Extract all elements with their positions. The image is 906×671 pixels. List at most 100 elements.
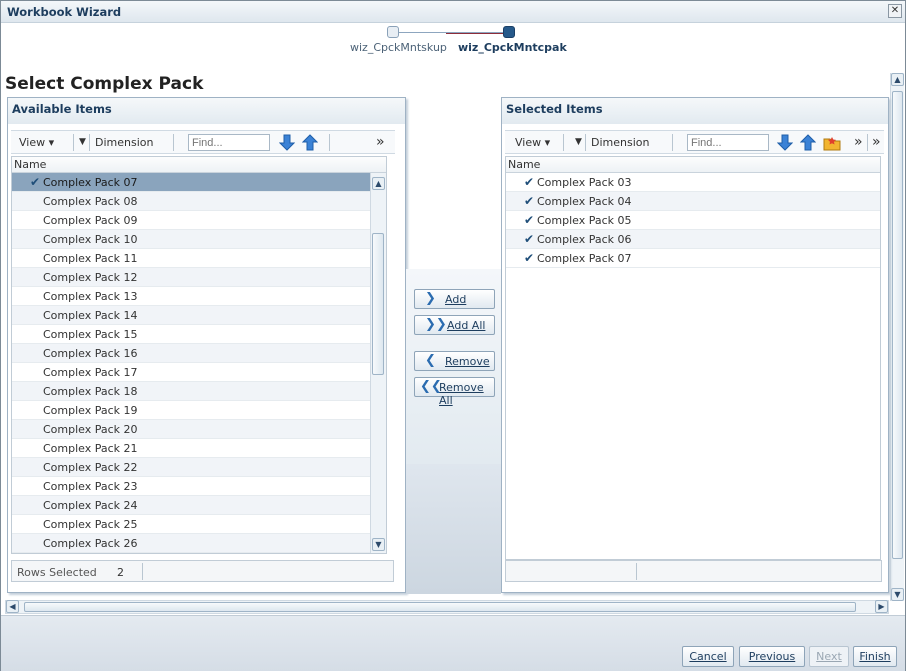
find-input[interactable]	[687, 134, 769, 151]
move-up-icon[interactable]	[800, 134, 816, 151]
scroll-left-icon[interactable]: ◀	[6, 600, 19, 613]
toolbar-divider	[585, 134, 586, 151]
row-label: Complex Pack 24	[43, 499, 138, 512]
view-menu[interactable]: View ▾	[515, 136, 550, 149]
checkmark-icon: ✔	[524, 213, 535, 227]
row-label: Complex Pack 22	[43, 461, 138, 474]
main-vertical-scrollbar[interactable]: ▲ ▼	[890, 73, 904, 601]
table-row[interactable]: Complex Pack 21	[12, 439, 386, 458]
table-row[interactable]: ✔ Complex Pack 05	[506, 211, 880, 230]
row-label: Complex Pack 14	[43, 309, 138, 322]
remove-all-button[interactable]: ❮❮ Remove All	[414, 377, 495, 407]
window-title: Workbook Wizard	[7, 5, 122, 19]
available-vertical-scrollbar[interactable]: ▲ ▼	[370, 173, 386, 553]
remove-button[interactable]: ❮ Remove	[414, 351, 495, 371]
toolbar-divider	[563, 134, 564, 151]
table-row[interactable]: ✔ Complex Pack 06	[506, 230, 880, 249]
page-title: Select Complex Pack	[5, 74, 204, 94]
row-label: Complex Pack 18	[43, 385, 138, 398]
previous-button[interactable]: Previous	[739, 646, 805, 667]
move-down-icon[interactable]	[279, 134, 295, 151]
move-down-icon[interactable]	[777, 134, 793, 151]
train-step-2-label: wiz_CpckMntcpak	[458, 41, 567, 54]
table-row[interactable]: ✔ Complex Pack 07	[12, 173, 386, 192]
dimension-dropdown-icon[interactable]: ▼	[79, 137, 86, 147]
checkmark-icon: ✔	[524, 175, 535, 189]
row-label: Complex Pack 09	[43, 214, 138, 227]
scroll-down-icon[interactable]: ▼	[372, 538, 385, 551]
table-row[interactable]: Complex Pack 25	[12, 515, 386, 534]
selected-toolbar: View ▾ ▼ Dimension » »	[505, 130, 884, 154]
toolbar-divider	[867, 134, 868, 151]
scroll-down-icon[interactable]: ▼	[891, 588, 904, 601]
table-row[interactable]: Complex Pack 10	[12, 230, 386, 249]
row-label: Complex Pack 04	[537, 195, 632, 208]
finish-button[interactable]: Finish	[853, 646, 897, 667]
row-label: Complex Pack 07	[537, 252, 632, 265]
close-icon[interactable]: ✕	[888, 4, 902, 18]
find-input[interactable]	[188, 134, 270, 151]
scroll-up-icon[interactable]: ▲	[372, 177, 385, 190]
scroll-right-icon[interactable]: ▶	[875, 600, 888, 613]
more-icon[interactable]: »	[854, 134, 863, 150]
table-row[interactable]: Complex Pack 24	[12, 496, 386, 515]
scroll-up-icon[interactable]: ▲	[891, 73, 904, 86]
name-column-header[interactable]: Name	[506, 157, 880, 173]
move-up-icon[interactable]	[302, 134, 318, 151]
add-button[interactable]: ❯ Add	[414, 289, 495, 309]
table-row[interactable]: Complex Pack 23	[12, 477, 386, 496]
double-chevron-left-icon: ❮❮	[420, 379, 442, 394]
train-stop-2-current	[503, 26, 515, 38]
table-row[interactable]: ✔ Complex Pack 03	[506, 173, 880, 192]
dimension-button[interactable]: Dimension	[95, 136, 153, 149]
table-row[interactable]: Complex Pack 09	[12, 211, 386, 230]
table-row[interactable]: ✔ Complex Pack 04	[506, 192, 880, 211]
table-row[interactable]: Complex Pack 08	[12, 192, 386, 211]
train-step-1-label[interactable]: wiz_CpckMntskup	[350, 41, 447, 54]
view-menu[interactable]: View ▾	[19, 136, 54, 149]
table-row[interactable]: Complex Pack 13	[12, 287, 386, 306]
table-row[interactable]: Complex Pack 12	[12, 268, 386, 287]
scroll-thumb[interactable]	[372, 233, 384, 375]
table-row[interactable]: Complex Pack 17	[12, 363, 386, 382]
table-row[interactable]: Complex Pack 27	[12, 553, 386, 554]
table-row[interactable]: Complex Pack 19	[12, 401, 386, 420]
toolbar-divider	[73, 134, 74, 151]
selected-status-bar	[505, 560, 882, 582]
rows-selected-count: 2	[117, 566, 124, 579]
more-icon-2[interactable]: »	[872, 134, 881, 150]
cancel-button[interactable]: Cancel	[682, 646, 734, 667]
scroll-thumb[interactable]	[892, 91, 903, 559]
dimension-dropdown-icon[interactable]: ▼	[575, 137, 582, 147]
row-label: Complex Pack 08	[43, 195, 138, 208]
table-row[interactable]: Complex Pack 22	[12, 458, 386, 477]
scroll-thumb[interactable]	[24, 602, 856, 612]
row-label: Complex Pack 07	[43, 176, 138, 189]
table-row[interactable]: Complex Pack 15	[12, 325, 386, 344]
dimension-button[interactable]: Dimension	[591, 136, 649, 149]
row-label: Complex Pack 12	[43, 271, 138, 284]
table-row[interactable]: Complex Pack 26	[12, 534, 386, 553]
more-icon[interactable]: »	[376, 134, 385, 150]
table-row[interactable]: Complex Pack 20	[12, 420, 386, 439]
checkmark-icon: ✔	[30, 175, 41, 189]
toolbar-divider	[173, 134, 174, 151]
double-chevron-right-icon: ❯❯	[425, 317, 447, 332]
table-row[interactable]: Complex Pack 11	[12, 249, 386, 268]
row-label: Complex Pack 06	[537, 233, 632, 246]
table-row[interactable]: Complex Pack 14	[12, 306, 386, 325]
train-stop-1[interactable]	[387, 26, 399, 38]
main-horizontal-scrollbar[interactable]: ◀ ▶	[5, 600, 889, 614]
table-row[interactable]: Complex Pack 18	[12, 382, 386, 401]
table-row[interactable]: Complex Pack 16	[12, 344, 386, 363]
table-row[interactable]: ✔ Complex Pack 07	[506, 249, 880, 268]
status-divider	[636, 563, 637, 580]
checkmark-icon: ✔	[524, 194, 535, 208]
add-all-button[interactable]: ❯❯ Add All	[414, 315, 495, 335]
name-column-header[interactable]: Name	[12, 157, 386, 173]
next-button: Next	[809, 646, 849, 667]
folder-icon[interactable]	[823, 134, 841, 151]
chevron-left-icon: ❮	[425, 353, 436, 368]
chevron-right-icon: ❯	[425, 291, 436, 306]
row-label: Complex Pack 25	[43, 518, 138, 531]
